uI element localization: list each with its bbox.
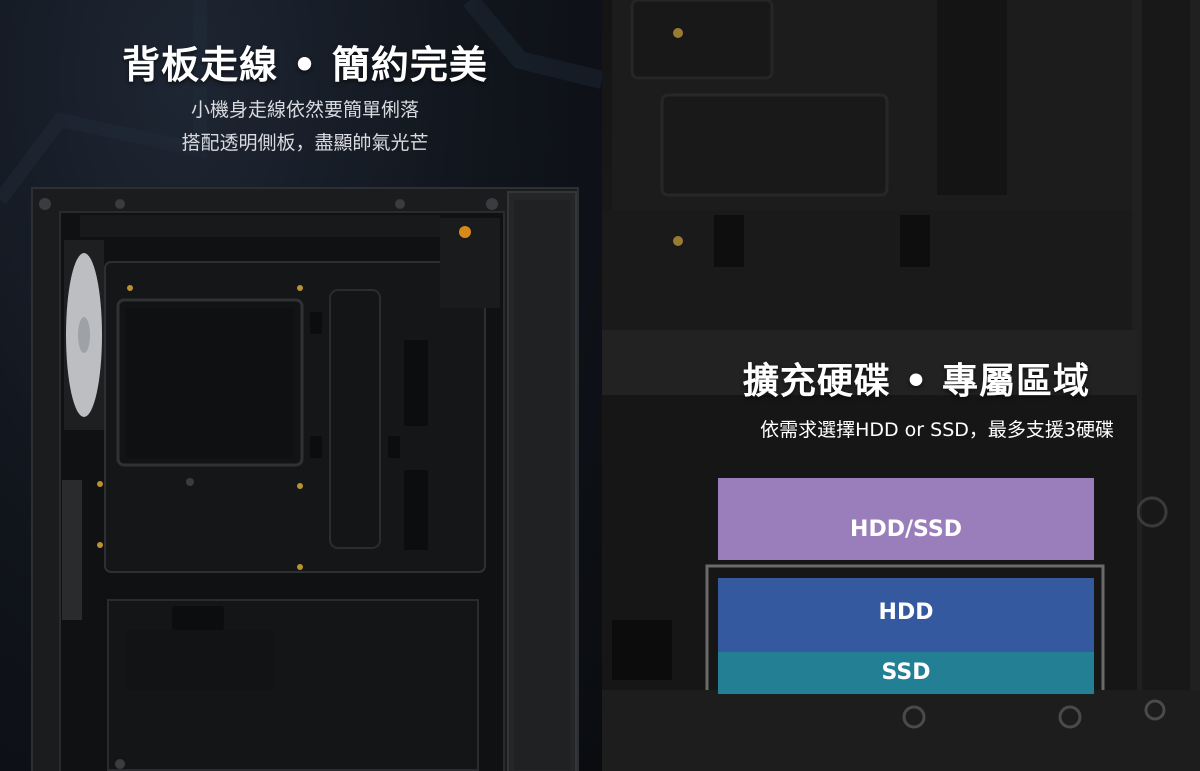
- left-section-description: 小機身走線依然要簡單俐落 搭配透明側板，盡顯帥氣光芒: [0, 94, 602, 160]
- hdd-ssd-slot-highlight: HDD/SSD: [718, 478, 1094, 560]
- hdd-slot-highlight: HDD: [718, 578, 1094, 652]
- left-panel: 背板走線 • 簡約完美 小機身走線依然要簡單俐落 搭配透明側板，盡顯帥氣光芒: [0, 0, 602, 771]
- left-description-line: 小機身走線依然要簡單俐落: [190, 99, 419, 121]
- left-section-title: 背板走線 • 簡約完美: [122, 43, 488, 87]
- right-section-description: 依需求選擇HDD or SSD，最多支援3硬碟: [760, 419, 1114, 441]
- right-section-title: 擴充硬碟 • 專屬區域: [742, 361, 1090, 402]
- ssd-slot-highlight: SSD: [718, 652, 1094, 694]
- left-description-line: 搭配透明側板，盡顯帥氣光芒: [181, 132, 429, 154]
